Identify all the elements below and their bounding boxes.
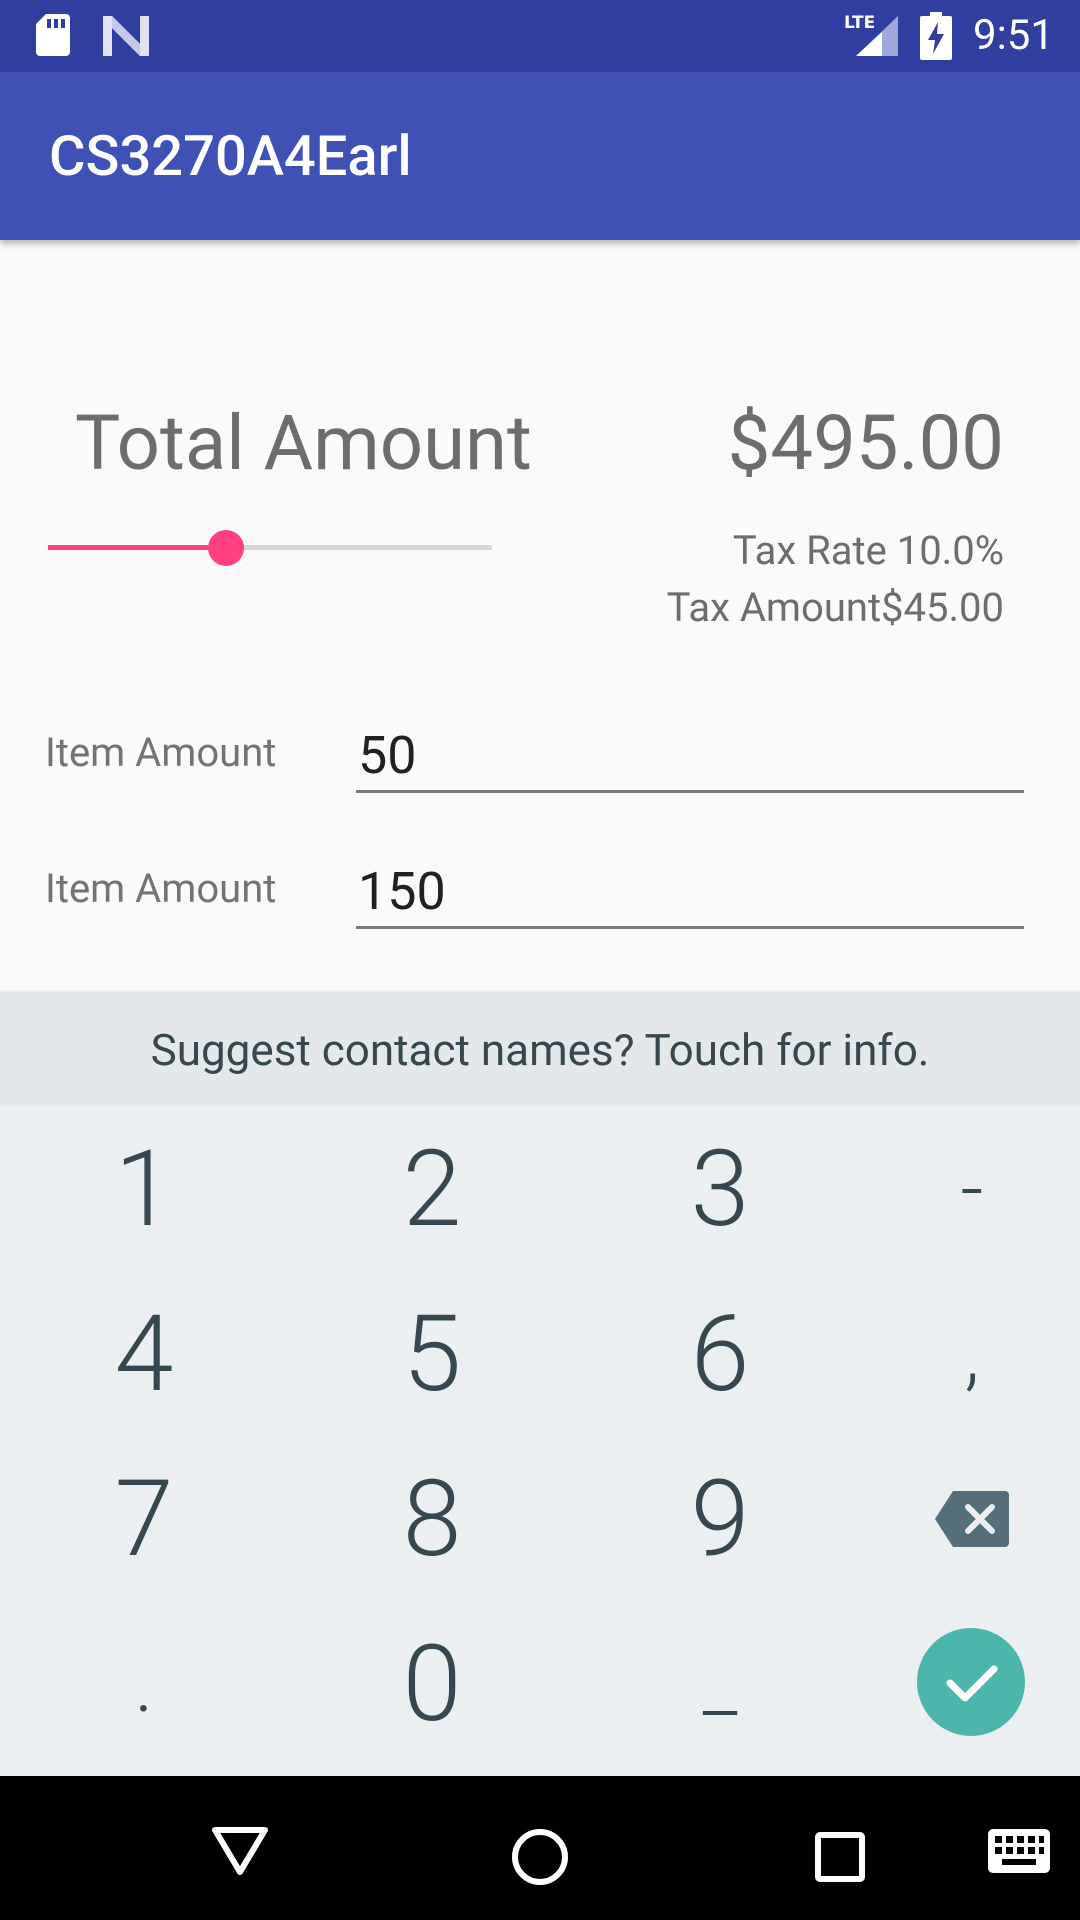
clock: 9:51 bbox=[973, 11, 1054, 60]
tax-amount-text: Tax Amount$45.00 bbox=[666, 584, 1004, 631]
key-minus[interactable]: - bbox=[837, 1106, 1080, 1271]
keyboard-icon[interactable] bbox=[988, 1829, 1050, 1873]
key-2[interactable]: 2 bbox=[297, 1106, 567, 1271]
recents-icon[interactable] bbox=[815, 1832, 865, 1882]
backspace-icon bbox=[935, 1490, 1009, 1547]
svg-text:LTE: LTE bbox=[844, 13, 875, 33]
key-comma[interactable]: , bbox=[837, 1271, 1080, 1436]
tax-rate-text: Tax Rate 10.0% bbox=[732, 527, 1004, 574]
key-4[interactable]: 4 bbox=[9, 1271, 279, 1436]
back-icon[interactable] bbox=[211, 1826, 269, 1876]
key-5[interactable]: 5 bbox=[297, 1271, 567, 1436]
item-amount-label-2: Item Amount bbox=[45, 865, 277, 912]
suggestion-strip[interactable]: Suggest contact names? Touch for info. bbox=[0, 990, 1080, 1108]
suggestion-text: Suggest contact names? Touch for info. bbox=[150, 1024, 930, 1076]
navigation-bar bbox=[0, 1776, 1080, 1920]
lte-signal-icon: LTE bbox=[844, 13, 898, 56]
item-amount-input-2[interactable] bbox=[356, 856, 1024, 929]
key-8[interactable]: 8 bbox=[297, 1436, 567, 1601]
n-logo-icon bbox=[103, 16, 149, 56]
enter-key[interactable] bbox=[917, 1628, 1025, 1736]
status-bar: LTE 9:51 bbox=[0, 0, 1080, 72]
sd-card-icon bbox=[36, 14, 70, 56]
backspace-key[interactable] bbox=[837, 1436, 1080, 1601]
tax-rate-slider-thumb[interactable] bbox=[208, 530, 244, 566]
key-9[interactable]: 9 bbox=[585, 1436, 855, 1601]
tax-rate-slider-progress bbox=[48, 545, 226, 550]
home-icon[interactable] bbox=[511, 1828, 569, 1886]
app-bar: CS3270A4Earl bbox=[0, 72, 1080, 240]
item-amount-input-1[interactable] bbox=[356, 720, 1024, 793]
battery-charging-icon bbox=[920, 12, 952, 60]
key-0[interactable]: 0 bbox=[297, 1601, 567, 1766]
key-period[interactable]: . bbox=[9, 1601, 279, 1766]
app-title: CS3270A4Earl bbox=[49, 123, 412, 189]
check-icon bbox=[946, 1665, 998, 1702]
key-space[interactable]: _ bbox=[585, 1601, 855, 1766]
key-1[interactable]: 1 bbox=[9, 1106, 279, 1271]
key-3[interactable]: 3 bbox=[585, 1106, 855, 1271]
key-6[interactable]: 6 bbox=[585, 1271, 855, 1436]
item-amount-label-1: Item Amount bbox=[45, 729, 277, 776]
total-amount-value: $495.00 bbox=[727, 398, 1004, 488]
key-7[interactable]: 7 bbox=[9, 1436, 279, 1601]
total-amount-label: Total Amount bbox=[75, 398, 532, 488]
